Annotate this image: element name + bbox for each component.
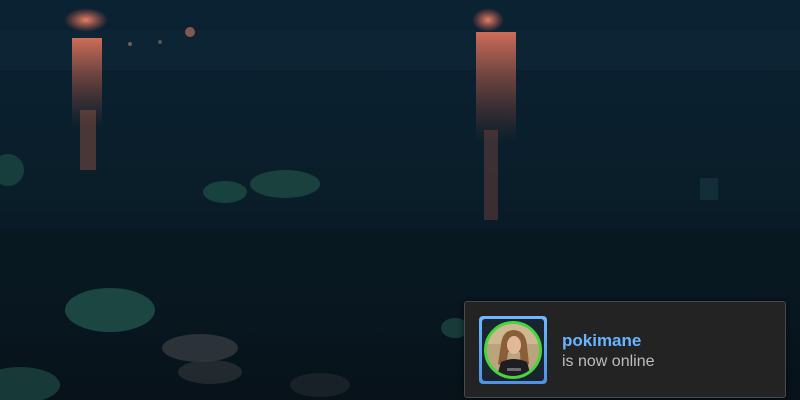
user-avatar-icon — [487, 324, 539, 376]
status-text: is now online — [562, 353, 655, 370]
avatar — [484, 321, 542, 379]
notification-text: pokimane is now online — [562, 331, 655, 372]
friend-online-notification[interactable]: pokimane is now online — [464, 301, 786, 398]
avatar-frame-inner — [482, 319, 544, 381]
desktop-screen: pokimane is now online — [0, 0, 800, 400]
avatar-frame — [479, 316, 547, 384]
persona-name: pokimane — [562, 331, 642, 350]
